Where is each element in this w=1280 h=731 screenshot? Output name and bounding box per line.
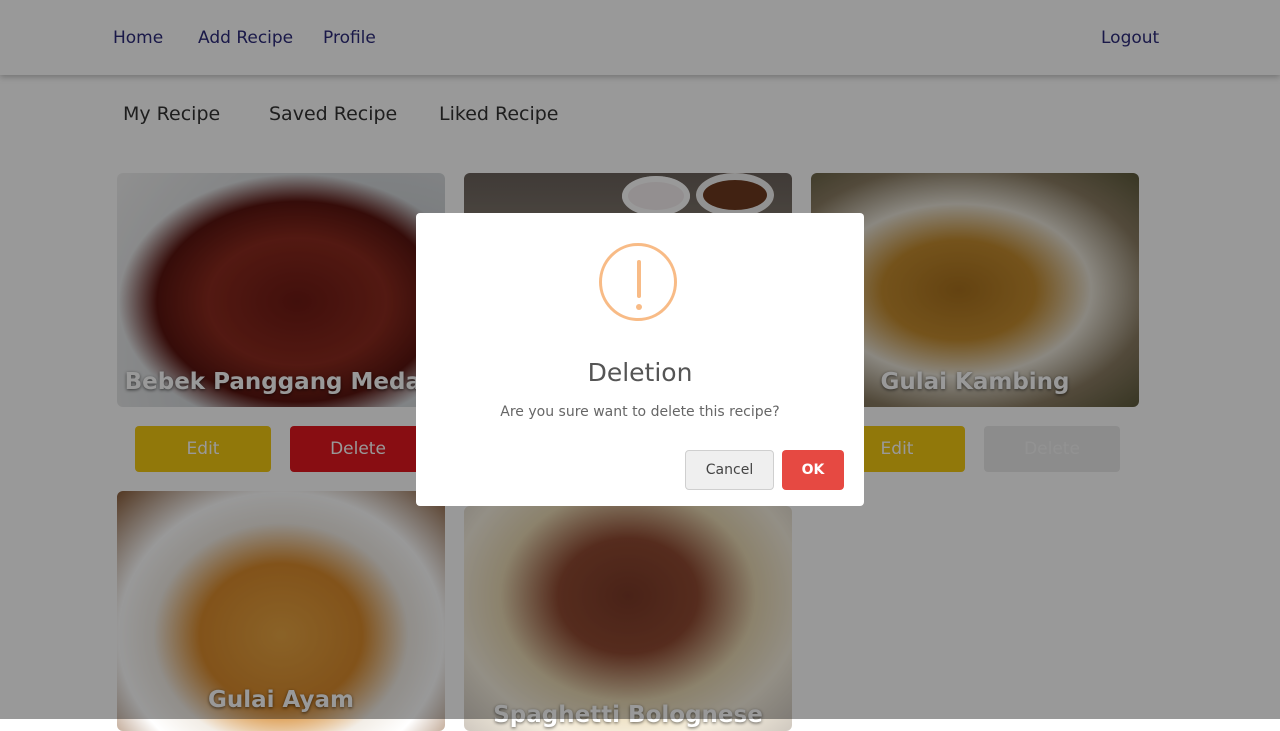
cancel-button[interactable]: Cancel xyxy=(685,450,774,490)
confirm-dialog: Deletion Are you sure want to delete thi… xyxy=(416,213,864,506)
dialog-title: Deletion xyxy=(587,358,693,387)
dialog-message: Are you sure want to delete this recipe? xyxy=(500,404,780,420)
ok-button[interactable]: OK xyxy=(782,450,844,490)
warning-icon xyxy=(599,243,677,321)
